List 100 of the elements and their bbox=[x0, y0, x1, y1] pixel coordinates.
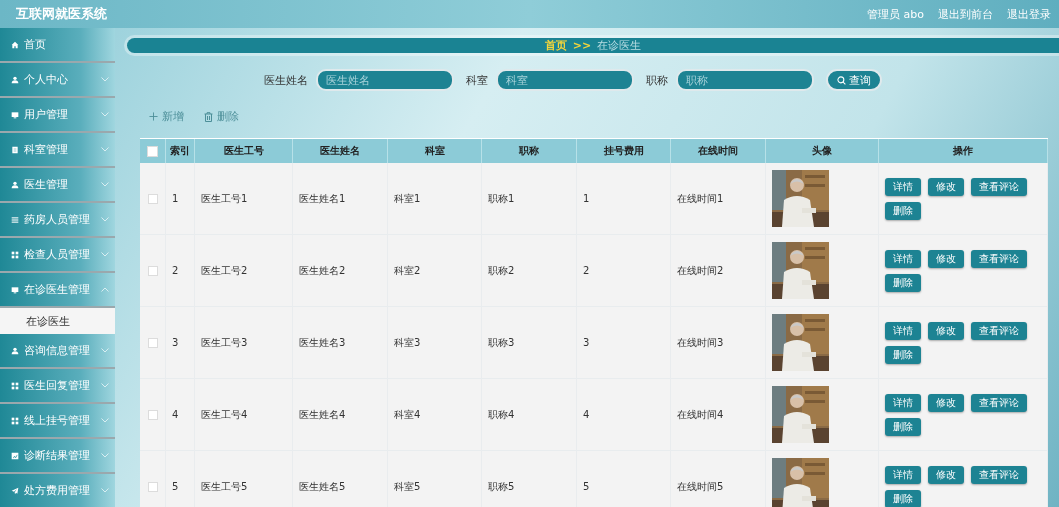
table-cell: 5 bbox=[583, 481, 590, 492]
table-cell: 医生工号1 bbox=[201, 191, 248, 206]
column-header: 挂号费用 bbox=[577, 139, 671, 163]
action-button[interactable]: 删除 bbox=[885, 273, 921, 292]
sidebar-item[interactable]: 医生管理 bbox=[0, 168, 115, 203]
table-cell: 职称5 bbox=[488, 479, 515, 494]
table-cell: 职称2 bbox=[488, 263, 515, 278]
table-cell: 科室4 bbox=[394, 407, 421, 422]
action-button[interactable]: 查看评论 bbox=[971, 177, 1027, 196]
field-label: 医生姓名 bbox=[264, 72, 308, 88]
action-button[interactable]: 详情 bbox=[885, 177, 921, 196]
sidebar-item[interactable]: 线上挂号管理 bbox=[0, 404, 115, 439]
person-icon bbox=[11, 75, 19, 84]
trash-icon bbox=[204, 111, 213, 122]
chevron-down-icon bbox=[101, 348, 109, 353]
search-field[interactable]: 科室 bbox=[496, 69, 634, 91]
sidebar-item[interactable]: 个人中心 bbox=[0, 63, 115, 98]
column-header: 医生工号 bbox=[195, 139, 293, 163]
search-button[interactable]: 查询 bbox=[826, 69, 882, 91]
action-button[interactable]: 查看评论 bbox=[971, 321, 1027, 340]
column-header: 科室 bbox=[388, 139, 482, 163]
header-link[interactable]: 退出到前台 bbox=[938, 6, 993, 22]
breadcrumb-current: 在诊医生 bbox=[597, 38, 642, 53]
sidebar-item[interactable]: 科室管理 bbox=[0, 133, 115, 168]
chevron-down-icon bbox=[101, 453, 109, 458]
action-button[interactable]: 查看评论 bbox=[971, 465, 1027, 484]
chevron-down-icon bbox=[101, 488, 109, 493]
action-button[interactable]: 修改 bbox=[928, 249, 964, 268]
table-cell: 职称3 bbox=[488, 335, 515, 350]
chevron-down-icon bbox=[101, 217, 109, 222]
delete-button[interactable]: 删除 bbox=[204, 109, 239, 124]
sidebar-item[interactable]: 医生回复管理 bbox=[0, 369, 115, 404]
action-button[interactable]: 修改 bbox=[928, 465, 964, 484]
grid-icon bbox=[11, 381, 19, 390]
chevron-down-icon bbox=[101, 418, 109, 423]
row-checkbox[interactable] bbox=[147, 481, 158, 492]
send-icon bbox=[11, 486, 19, 495]
search-field[interactable]: 职称 bbox=[676, 69, 814, 91]
action-button[interactable]: 修改 bbox=[928, 393, 964, 412]
action-button[interactable]: 修改 bbox=[928, 321, 964, 340]
breadcrumb-link[interactable]: 首页 bbox=[544, 38, 567, 53]
app-title: 互联网就医系统 bbox=[16, 5, 108, 23]
action-button[interactable]: 删除 bbox=[885, 489, 921, 507]
row-checkbox[interactable] bbox=[147, 265, 158, 276]
column-header: 职称 bbox=[482, 139, 577, 163]
field-label: 科室 bbox=[466, 72, 488, 88]
action-button[interactable]: 详情 bbox=[885, 465, 921, 484]
sidebar-item[interactable]: 用户管理 bbox=[0, 98, 115, 133]
table-cell: 职称4 bbox=[488, 407, 515, 422]
sidebar-item[interactable]: 诊断结果管理 bbox=[0, 439, 115, 474]
column-header: 操作 bbox=[879, 139, 1048, 163]
table-cell: 在线时间1 bbox=[677, 191, 724, 206]
chart-icon bbox=[11, 451, 19, 460]
table-cell: 3 bbox=[172, 337, 179, 348]
plus-icon bbox=[149, 112, 158, 121]
action-button[interactable]: 修改 bbox=[928, 177, 964, 196]
table-cell: 1 bbox=[583, 193, 590, 204]
column-header: 在线时间 bbox=[671, 139, 766, 163]
row-checkbox[interactable] bbox=[147, 337, 158, 348]
table-cell: 在线时间4 bbox=[677, 407, 724, 422]
action-button[interactable]: 查看评论 bbox=[971, 249, 1027, 268]
table-cell: 在线时间2 bbox=[677, 263, 724, 278]
chevron-down-icon bbox=[101, 147, 109, 152]
header-link[interactable]: 退出登录 bbox=[1007, 6, 1051, 22]
search-field[interactable]: 医生姓名 bbox=[316, 69, 454, 91]
sidebar-item[interactable]: 咨询信息管理 bbox=[0, 334, 115, 369]
table-cell: 医生姓名3 bbox=[299, 335, 346, 350]
grid-icon bbox=[11, 250, 19, 259]
action-button[interactable]: 删除 bbox=[885, 417, 921, 436]
sidebar-item[interactable]: 首页 bbox=[0, 28, 115, 63]
table-cell: 医生工号2 bbox=[201, 263, 248, 278]
action-button[interactable]: 详情 bbox=[885, 393, 921, 412]
sidebar-item[interactable]: 药房人员管理 bbox=[0, 203, 115, 238]
monitor-icon bbox=[11, 110, 19, 119]
search-icon bbox=[837, 75, 846, 85]
grid-icon bbox=[11, 416, 19, 425]
sidebar-item[interactable]: 检查人员管理 bbox=[0, 238, 115, 273]
select-all-checkbox[interactable] bbox=[147, 145, 158, 157]
sidebar-item[interactable]: 在诊医生管理 bbox=[0, 273, 115, 308]
sidebar-item[interactable]: 处方费用管理 bbox=[0, 474, 115, 507]
action-button[interactable]: 详情 bbox=[885, 321, 921, 340]
field-label: 职称 bbox=[646, 72, 668, 88]
table-cell: 3 bbox=[583, 337, 590, 348]
action-button[interactable]: 详情 bbox=[885, 249, 921, 268]
row-checkbox[interactable] bbox=[147, 409, 158, 420]
table-cell: 科室5 bbox=[394, 479, 421, 494]
person-icon bbox=[11, 180, 19, 189]
sidebar-subitem[interactable]: 在诊医生 bbox=[0, 308, 115, 334]
row-checkbox[interactable] bbox=[147, 193, 158, 204]
table-cell: 1 bbox=[172, 193, 179, 204]
action-button[interactable]: 删除 bbox=[885, 345, 921, 364]
action-button[interactable]: 查看评论 bbox=[971, 393, 1027, 412]
chevron-up-icon bbox=[101, 287, 109, 292]
home-icon bbox=[11, 40, 19, 49]
breadcrumb-separator: >> bbox=[572, 39, 592, 52]
action-button[interactable]: 删除 bbox=[885, 201, 921, 220]
user-label: 管理员 abo bbox=[867, 6, 924, 22]
table-cell: 医生工号3 bbox=[201, 335, 248, 350]
table-cell: 4 bbox=[583, 409, 590, 420]
add-button[interactable]: 新增 bbox=[149, 109, 184, 124]
